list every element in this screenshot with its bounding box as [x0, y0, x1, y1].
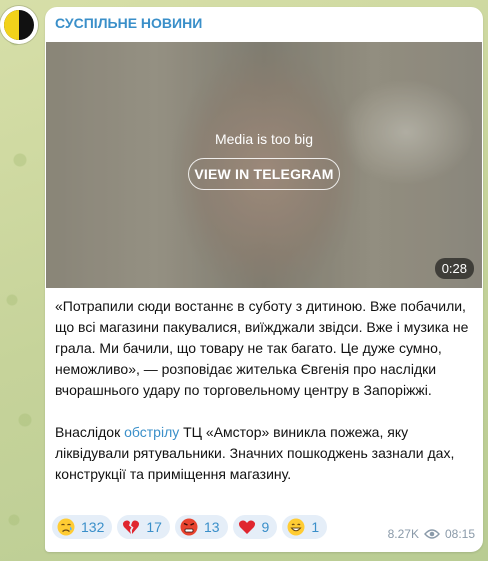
reaction-crying[interactable]: 132	[52, 515, 113, 539]
message-text: «Потрапили сюди востаннє в суботу з дити…	[55, 296, 475, 485]
video-preview[interactable]: Media is too big VIEW IN TELEGRAM 0:28	[46, 42, 482, 288]
reaction-grinning[interactable]: 1	[282, 515, 328, 539]
paragraph-2-start: Внаслідок	[55, 424, 125, 440]
reaction-count: 17	[146, 519, 162, 535]
shelling-link[interactable]: обстрілу	[124, 424, 179, 440]
reaction-count: 1	[311, 519, 320, 535]
channel-avatar[interactable]	[0, 6, 38, 44]
crying-face-icon	[57, 518, 75, 536]
reaction-heart[interactable]: 9	[232, 515, 278, 539]
eye-icon	[424, 529, 440, 539]
reaction-count: 9	[261, 519, 270, 535]
message-paragraph-2: Внаслідок обстрілу ТЦ «Амстор» виникла п…	[55, 422, 475, 485]
message-paragraph-1: «Потрапили сюди востаннє в суботу з дити…	[55, 298, 469, 398]
grinning-face-icon	[287, 518, 305, 536]
reaction-angry[interactable]: 13	[174, 515, 228, 539]
media-notice: Media is too big	[214, 131, 314, 147]
reaction-broken-heart[interactable]: 17	[117, 515, 170, 539]
message-bubble: СУСПІЛЬНЕ НОВИНИ Media is too big VIEW I…	[45, 7, 483, 552]
red-heart-icon	[238, 520, 255, 534]
view-in-telegram-button[interactable]: VIEW IN TELEGRAM	[188, 158, 340, 190]
angry-face-icon	[180, 518, 198, 536]
channel-logo-icon	[0, 6, 38, 44]
broken-heart-icon	[123, 520, 140, 534]
channel-name[interactable]: СУСПІЛЬНЕ НОВИНИ	[55, 15, 202, 31]
reactions-bar: 132 17 13 9 1	[52, 515, 328, 539]
reaction-count: 132	[81, 519, 105, 535]
message-time: 08:15	[444, 527, 475, 541]
reaction-count: 13	[203, 519, 220, 535]
view-count: 8.27K	[387, 527, 419, 541]
message-meta: 8.27K 08:15	[388, 527, 475, 541]
video-duration: 0:28	[434, 258, 474, 279]
